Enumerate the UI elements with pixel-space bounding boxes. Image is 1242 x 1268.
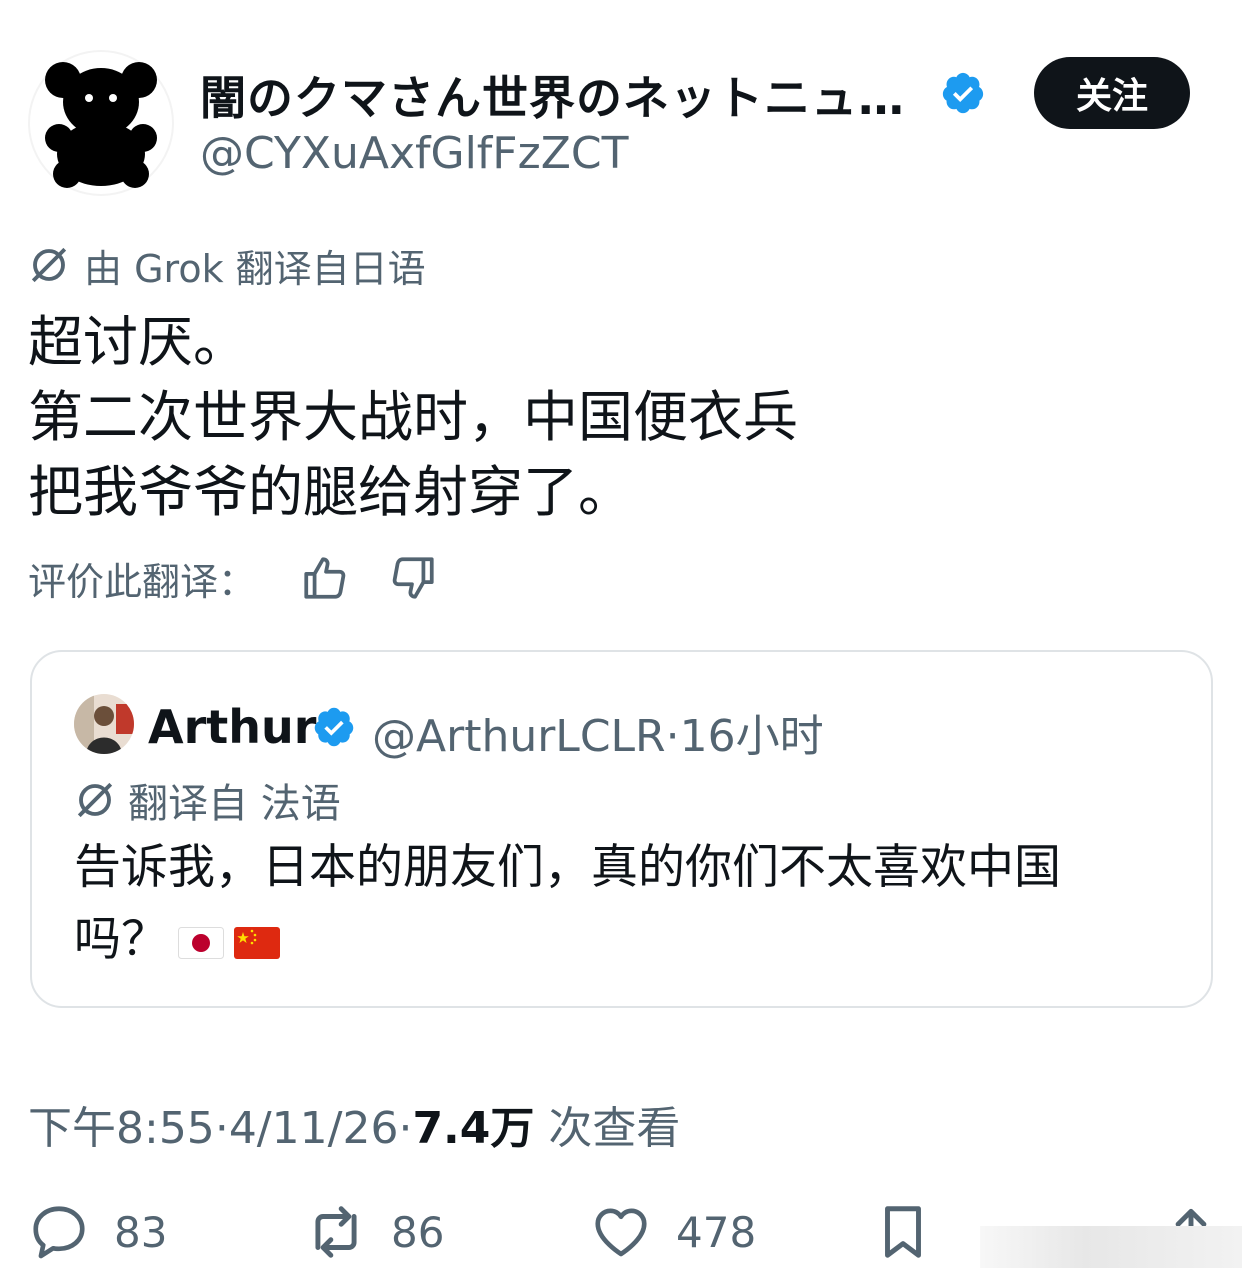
quoted-tweet-body: 告诉我，日本的朋友们，真的你们不太喜欢中国 吗？ — [74, 832, 1174, 976]
quoted-translation-text: 翻译自 法语 — [128, 781, 341, 827]
translation-note-text: 由 Grok 翻译自日语 — [84, 246, 426, 291]
tweet-timestamp[interactable]: 下午8:55·4/11/26·7.4万 次查看 — [28, 1092, 680, 1156]
tweet-line: 第二次世界大战时，中国便衣兵 — [28, 385, 799, 449]
views-count: 7.4万 — [412, 1103, 535, 1154]
tweet-body: 超讨厌。 第二次世界大战时，中国便衣兵 把我爷爷的腿给射穿了。 — [28, 305, 1208, 530]
rate-translation: 评价此翻译： — [28, 550, 438, 606]
reply-count: 83 — [114, 1207, 168, 1257]
like-count: 478 — [676, 1207, 757, 1257]
quoted-author-name[interactable]: Arthur — [148, 700, 316, 754]
watermark-overlay — [980, 1226, 1242, 1268]
bookmark-button[interactable] — [872, 1202, 934, 1262]
heart-icon — [595, 1208, 647, 1257]
rate-translation-label: 评价此翻译： — [28, 559, 257, 604]
tweet-detail-page: 闇のクマさん世界のネットニュ… @CYXuAxfGlfFzZCT 关注 由 Gr… — [0, 0, 1242, 1268]
quoted-meta: @ArthurLCLR·16小时 — [372, 700, 824, 764]
follow-button[interactable]: 关注 — [1034, 57, 1190, 129]
meta-separator: · — [665, 711, 680, 762]
quoted-time[interactable]: 16小时 — [680, 711, 824, 762]
quoted-author-avatar[interactable] — [74, 694, 134, 754]
tweet-line: 超讨厌。 — [28, 310, 249, 374]
china-flag-icon — [234, 926, 280, 959]
views-label: 次查看 — [548, 1103, 681, 1154]
quoted-tweet-line: 吗？ — [74, 912, 168, 967]
author-avatar[interactable] — [28, 50, 174, 196]
quoted-avatar-image — [74, 694, 134, 754]
quoted-tweet-line: 告诉我，日本的朋友们，真的你们不太喜欢中国 — [74, 840, 1061, 895]
author-display-name[interactable]: 闇のクマさん世界のネットニュ… — [200, 62, 930, 128]
translate-icon — [31, 247, 67, 283]
tweet-line: 把我爷爷的腿给射穿了。 — [28, 460, 634, 524]
black-bear-silhouette-icon — [45, 62, 157, 188]
meta-separator: · — [214, 1103, 229, 1154]
repost-count: 86 — [391, 1207, 445, 1257]
author-handle[interactable]: @CYXuAxfGlfFzZCT — [200, 128, 628, 179]
like-button[interactable]: 478 — [590, 1202, 756, 1262]
bookmark-icon — [885, 1206, 921, 1258]
repost-button[interactable]: 86 — [305, 1202, 444, 1262]
meta-separator: · — [398, 1103, 413, 1154]
japan-flag-icon — [178, 926, 224, 959]
quoted-translation-note[interactable]: 翻译自 法语 — [74, 774, 341, 827]
thumbs-down-icon[interactable] — [388, 553, 438, 603]
quoted-author-handle[interactable]: @ArthurLCLR — [372, 711, 666, 762]
thumbs-up-icon[interactable] — [300, 553, 350, 603]
post-time: 下午8:55 — [28, 1103, 215, 1154]
post-date: 4/11/26 — [228, 1103, 399, 1154]
translation-note[interactable]: 由 Grok 翻译自日语 — [28, 240, 426, 291]
repost-icon — [315, 1206, 357, 1258]
translate-icon — [77, 782, 113, 818]
reply-icon — [33, 1206, 85, 1259]
quoted-tweet-line-with-flags: 吗？ — [74, 904, 1174, 976]
reply-button[interactable]: 83 — [28, 1202, 167, 1262]
verified-badge-icon — [314, 707, 354, 747]
quoted-tweet[interactable]: Arthur @ArthurLCLR·16小时 翻译自 法语 告诉我，日本的朋友… — [30, 650, 1213, 1008]
verified-badge-icon — [942, 72, 984, 114]
